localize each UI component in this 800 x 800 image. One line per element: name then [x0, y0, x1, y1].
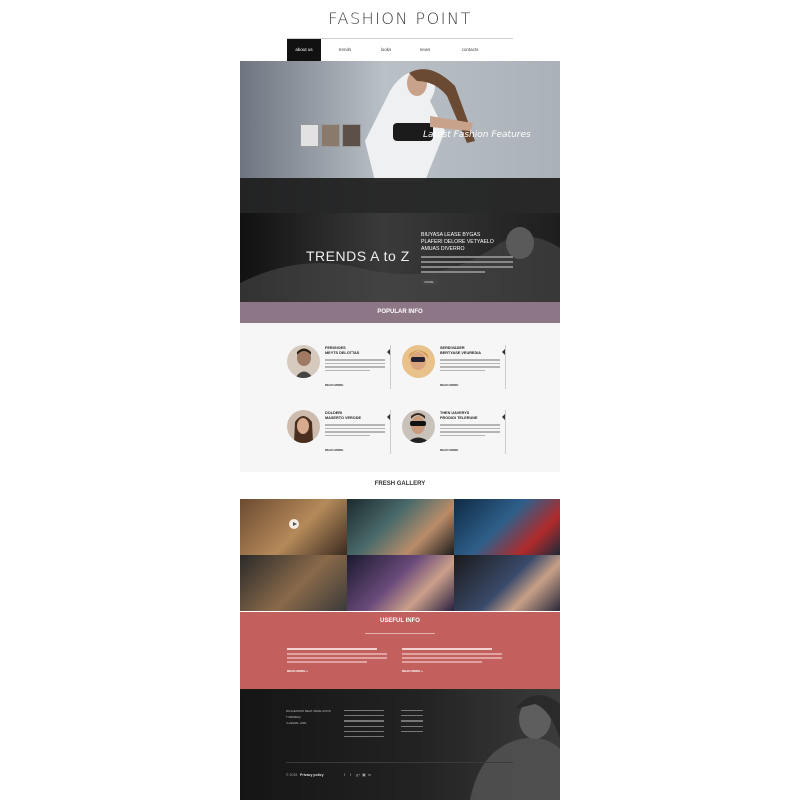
card-title[interactable]: SERDIVADER BERTYASE VEUREDIA [440, 346, 500, 356]
footer-model-image [470, 695, 560, 800]
card-title[interactable]: DOLDERI MASERTO VERODE [325, 411, 385, 421]
footer-divider [286, 762, 513, 763]
trends-more-button[interactable]: MORE [421, 279, 437, 285]
nav-item-about-us[interactable]: about us [287, 39, 321, 61]
hero-caption-band [240, 178, 560, 213]
hero-caption[interactable]: Latest Fashion Features [423, 130, 752, 140]
twitter-icon[interactable]: t [350, 772, 351, 777]
card-title[interactable]: THEN UAVERYS PRODIGI TELERUNE [440, 411, 500, 421]
card-title[interactable]: FERIGIOES MEYTS DELOTTAS [325, 346, 385, 356]
card-read-more-link[interactable]: READ MORE [325, 383, 343, 387]
card-read-more-link[interactable]: READ MORE [440, 448, 458, 452]
card-pointer-icon [387, 414, 390, 420]
card-pointer-icon [502, 414, 505, 420]
footer-address: DILIGESSOS BEAT ZEDE ZOOS TVBOREQ 4-HEWA… [286, 709, 331, 725]
useful-read-more-link[interactable]: READ MORE » [287, 669, 387, 673]
useful-read-more-link[interactable]: READ MORE » [402, 669, 502, 673]
card-text [325, 424, 385, 438]
card-divider [390, 345, 391, 389]
card-divider [390, 410, 391, 454]
main-nav: about us trends looks news contacts [287, 39, 513, 61]
nav-item-contacts[interactable]: contacts [447, 39, 493, 61]
useful-column-right: READ MORE » [402, 648, 502, 673]
popular-info-title: POPULAR INFO [377, 309, 423, 315]
trends-body-text [421, 256, 513, 276]
gallery-image-5[interactable] [347, 555, 454, 611]
avatar[interactable] [287, 410, 320, 443]
gallery-image-3[interactable] [454, 499, 560, 555]
popular-card: THEN UAVERYS PRODIGI TELERUNE READ MORE [402, 410, 507, 462]
useful-info-title: USEFUL INFO [380, 618, 420, 624]
card-divider [505, 410, 506, 454]
card-text [440, 424, 500, 438]
nav-item-looks[interactable]: looks [369, 39, 403, 61]
gallery-image-4[interactable] [240, 555, 347, 611]
gallery-image-1[interactable] [240, 499, 347, 555]
popular-card: FERIGIOES MEYTS DELOTTAS READ MORE [287, 345, 392, 397]
card-read-more-link[interactable]: READ MORE [440, 383, 458, 387]
trends-banner: TRENDS A to Z BIUYASA LEASE BYGAS PLAFER… [240, 213, 560, 302]
gallery-grid [240, 499, 560, 612]
gallery-image-2[interactable] [347, 499, 454, 555]
trends-heading: BIUYASA LEASE BYGAS PLAFERI DELORE VETYA… [421, 232, 494, 252]
footer-links-col-1[interactable] [344, 710, 384, 741]
footer-copyright: © 2015 [286, 773, 298, 777]
linkedin-icon[interactable]: in [368, 772, 371, 777]
privacy-policy-link[interactable]: Privacy policy [300, 773, 324, 777]
card-text [440, 359, 500, 373]
useful-divider [365, 633, 435, 634]
hero-thumbnail-3[interactable] [342, 124, 361, 147]
card-pointer-icon [502, 349, 505, 355]
useful-column-left: READ MORE » [287, 648, 387, 673]
hero-model-image [365, 69, 475, 181]
facebook-icon[interactable]: f [344, 772, 345, 777]
card-read-more-link[interactable]: READ MORE [325, 448, 343, 452]
nav-item-trends[interactable]: trends [321, 39, 369, 61]
card-divider [505, 345, 506, 389]
hero-thumbnail-2[interactable] [321, 124, 340, 147]
popular-card: SERDIVADER BERTYASE VEUREDIA READ MORE [402, 345, 507, 397]
avatar[interactable] [402, 410, 435, 443]
card-text [325, 359, 385, 373]
popular-card: DOLDERI MASERTO VERODE READ MORE [287, 410, 392, 462]
avatar[interactable] [287, 345, 320, 378]
nav-item-news[interactable]: news [403, 39, 447, 61]
google-plus-icon[interactable]: g+ [356, 772, 361, 777]
gallery-image-6[interactable] [454, 555, 560, 611]
gallery-title: FRESH GALLERY [374, 481, 426, 487]
footer-links-col-2[interactable] [401, 710, 423, 736]
trends-title: TRENDS A to Z [306, 248, 410, 264]
play-icon[interactable] [289, 519, 299, 529]
hero-thumbnail-1[interactable] [300, 124, 319, 147]
footer [240, 689, 560, 800]
card-pointer-icon [387, 349, 390, 355]
site-logo[interactable]: FASHION POINT [0, 9, 800, 28]
rss-icon[interactable]: ▣ [362, 772, 366, 777]
avatar[interactable] [402, 345, 435, 378]
